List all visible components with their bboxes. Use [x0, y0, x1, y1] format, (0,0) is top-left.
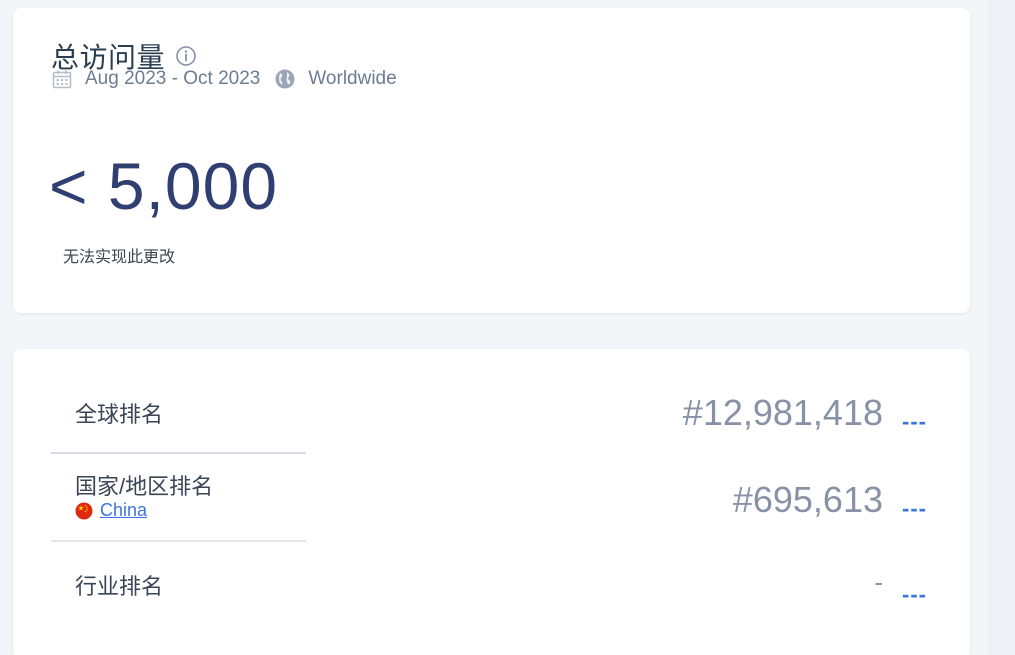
country-row: China [75, 500, 147, 521]
visits-value: < 5,000 [49, 149, 279, 223]
total-visits-card: 总访问量 Aug 2023 - Oct 2023 Worldwide < 5,0… [13, 8, 970, 313]
right-panel-edge [988, 0, 1015, 655]
country-rank-change: --- [902, 496, 927, 521]
global-rank-value: #12,981,418 [682, 392, 883, 433]
rankings-card: 全球排名 #12,981,418 --- 国家/地区排名 China #695,… [13, 349, 970, 655]
globe-icon [274, 68, 296, 90]
industry-rank-value: - [874, 567, 883, 597]
country-rank-value: #695,613 [732, 479, 883, 520]
country-rank-label: 国家/地区排名 [75, 474, 214, 499]
global-rank-label: 全球排名 [75, 402, 164, 427]
info-icon[interactable] [175, 45, 197, 67]
date-range: Aug 2023 - Oct 2023 [85, 68, 261, 89]
rank-divider [51, 540, 306, 542]
visits-change-note: 无法实现此更改 [63, 249, 176, 266]
china-flag-icon [75, 502, 93, 520]
country-link[interactable]: China [100, 500, 147, 521]
industry-rank-change: --- [902, 582, 927, 607]
rank-divider [51, 452, 306, 454]
visits-meta-row: Aug 2023 - Oct 2023 Worldwide [51, 68, 397, 90]
global-rank-change: --- [902, 409, 927, 434]
region-label: Worldwide [308, 68, 397, 89]
calendar-icon [51, 68, 73, 90]
industry-rank-label: 行业排名 [75, 574, 164, 599]
